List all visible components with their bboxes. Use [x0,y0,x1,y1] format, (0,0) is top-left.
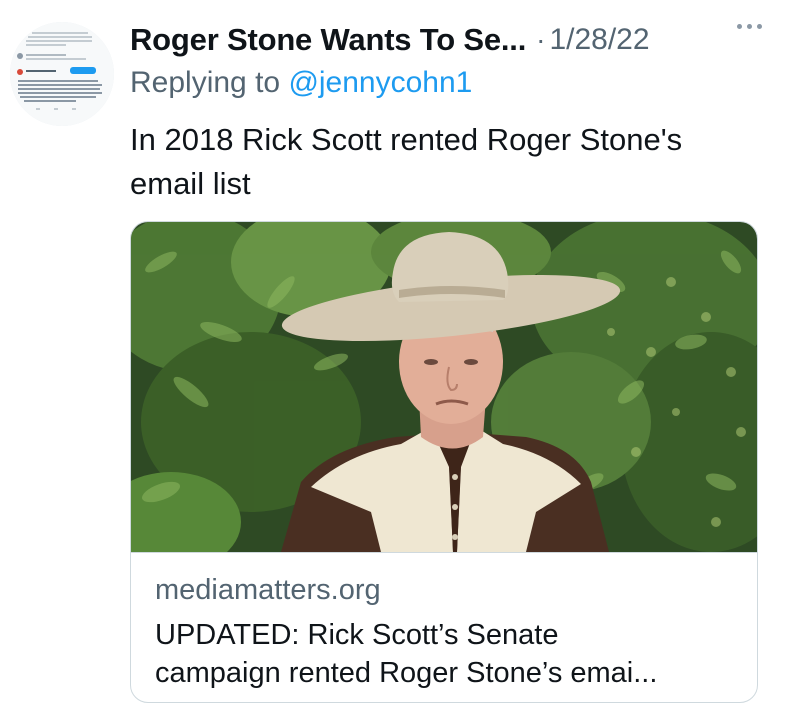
tweet-text-line: email list [130,166,251,201]
tweet-date[interactable]: 1/28/22 [549,23,649,57]
avatar-thumbnail-image [10,22,114,126]
replying-to: Replying to @jennycohn1 [130,66,472,100]
reply-prefix: Replying to [130,66,281,99]
more-horizontal-icon[interactable] [737,24,762,29]
card-title-line: campaign rented Roger Stone’s emai... [155,657,658,689]
card-title-line: UPDATED: Rick Scott’s Senate [155,619,559,651]
reply-handle-link[interactable]: @jennycohn1 [288,66,472,99]
separator-dot: · [536,24,546,55]
card-divider [131,552,757,553]
display-name[interactable]: Roger Stone Wants To Se... [130,22,526,58]
card-title: UPDATED: Rick Scott’s Senate campaign re… [155,616,745,692]
link-preview-image [131,222,757,552]
tweet-header: Roger Stone Wants To Se... · 1/28/22 [130,18,768,62]
card-domain: mediamatters.org [155,574,381,606]
tweet-text-line: In 2018 Rick Scott rented Roger Stone's [130,122,683,157]
link-preview-card[interactable]: mediamatters.org UPDATED: Rick Scott’s S… [130,221,758,703]
avatar[interactable] [10,22,114,126]
tweet-text: In 2018 Rick Scott rented Roger Stone's … [130,118,750,206]
